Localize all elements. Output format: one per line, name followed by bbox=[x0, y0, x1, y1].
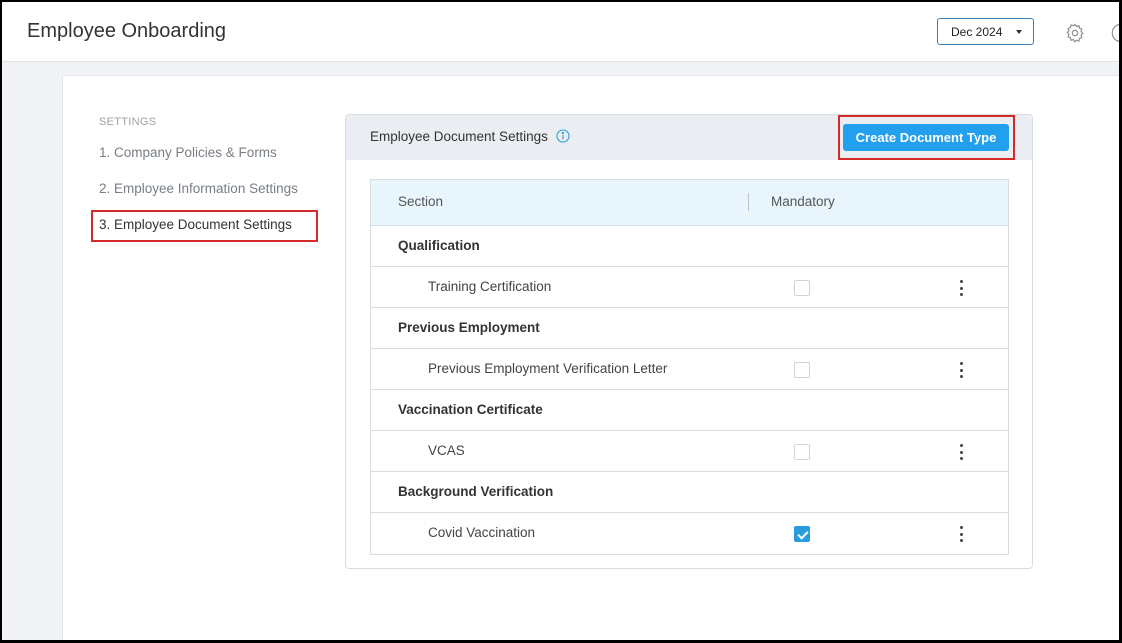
mandatory-checkbox[interactable] bbox=[794, 280, 810, 296]
table-group-row: Vaccination Certificate bbox=[371, 390, 1008, 431]
help-icon[interactable] bbox=[1110, 22, 1122, 44]
gear-icon[interactable] bbox=[1064, 22, 1086, 44]
table-row: Previous Employment Verification Letter bbox=[371, 349, 1008, 390]
column-divider bbox=[748, 193, 749, 211]
kebab-menu-icon[interactable] bbox=[955, 525, 967, 543]
kebab-menu-icon[interactable] bbox=[955, 361, 967, 379]
table-row: VCAS bbox=[371, 431, 1008, 472]
table-header: Section Mandatory bbox=[371, 180, 1008, 226]
sidebar-item-employee-information[interactable]: 2. Employee Information Settings bbox=[99, 181, 298, 196]
kebab-menu-icon[interactable] bbox=[955, 443, 967, 461]
document-type-label: VCAS bbox=[428, 443, 465, 458]
app-window: Employee Onboarding Dec 2024 SETTINGS 1.… bbox=[0, 0, 1122, 643]
kebab-menu-icon[interactable] bbox=[955, 279, 967, 297]
page-title: Employee Onboarding bbox=[27, 20, 227, 42]
caret-down-icon bbox=[1016, 30, 1022, 34]
top-bar: Employee Onboarding Dec 2024 bbox=[2, 2, 1119, 62]
card-header: Employee Document Settings Create Docume… bbox=[346, 115, 1032, 160]
table-group-row: Qualification bbox=[371, 226, 1008, 267]
table-row: Training Certification bbox=[371, 267, 1008, 308]
group-label: Background Verification bbox=[398, 484, 554, 499]
table-group-row: Background Verification bbox=[371, 472, 1008, 513]
left-rail bbox=[2, 63, 53, 640]
column-header-section: Section bbox=[398, 194, 444, 209]
mandatory-checkbox[interactable] bbox=[794, 362, 810, 378]
sidebar-item-company-policies[interactable]: 1. Company Policies & Forms bbox=[99, 145, 277, 160]
group-label: Previous Employment bbox=[398, 320, 540, 335]
document-type-label: Covid Vaccination bbox=[428, 525, 536, 540]
column-header-mandatory: Mandatory bbox=[771, 194, 835, 209]
table-group-row: Previous Employment bbox=[371, 308, 1008, 349]
table-row: Covid Vaccination bbox=[371, 513, 1008, 554]
mandatory-checkbox[interactable] bbox=[794, 526, 810, 542]
period-dropdown-value: Dec 2024 bbox=[951, 24, 1003, 39]
create-document-type-button[interactable]: Create Document Type bbox=[843, 124, 1009, 151]
period-dropdown[interactable]: Dec 2024 bbox=[937, 18, 1034, 45]
settings-heading: SETTINGS bbox=[99, 116, 157, 128]
document-type-label: Training Certification bbox=[428, 279, 552, 294]
document-types-table: Section Mandatory Qualification Training… bbox=[370, 179, 1009, 555]
active-item-highlight bbox=[91, 210, 318, 242]
group-label: Vaccination Certificate bbox=[398, 402, 543, 417]
group-label: Qualification bbox=[398, 238, 480, 253]
info-icon[interactable] bbox=[556, 129, 570, 143]
mandatory-checkbox[interactable] bbox=[794, 444, 810, 460]
card-title: Employee Document Settings bbox=[370, 129, 548, 144]
document-type-label: Previous Employment Verification Letter bbox=[428, 361, 668, 376]
document-settings-card: Employee Document Settings Create Docume… bbox=[345, 114, 1033, 569]
